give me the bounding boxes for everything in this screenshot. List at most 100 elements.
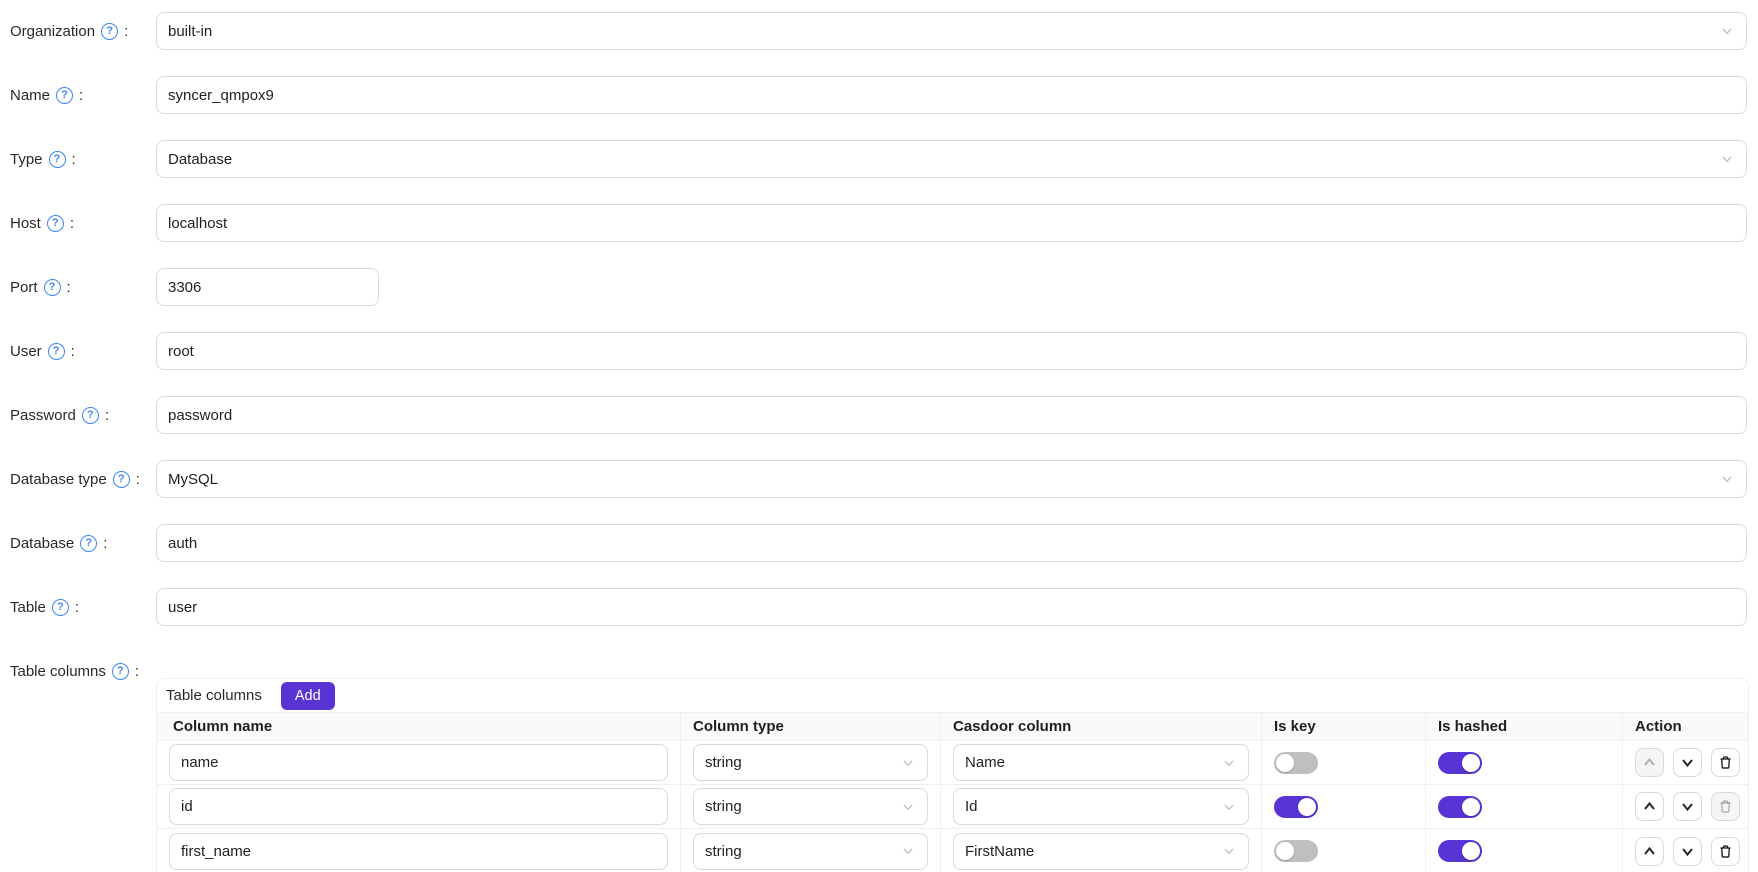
database-input[interactable] (156, 524, 1747, 562)
user-input[interactable] (156, 332, 1747, 370)
name-input[interactable] (156, 76, 1747, 114)
form-row-organization: Organization ? : built-in (10, 12, 1747, 50)
help-icon[interactable]: ? (49, 151, 66, 168)
casdoor-column-select[interactable]: Name (953, 744, 1249, 781)
move-down-button[interactable] (1673, 792, 1702, 821)
form-row-table-columns: Table columns ? : Table columns Add Colu… (10, 652, 1747, 872)
database-label-text: Database (10, 535, 74, 552)
chevron-down-icon (1680, 799, 1695, 814)
table-input[interactable] (156, 588, 1747, 626)
column-header-is-key: Is key (1262, 713, 1426, 740)
organization-select-value: built-in (168, 23, 212, 40)
help-icon[interactable]: ? (80, 535, 97, 552)
help-icon[interactable]: ? (47, 215, 64, 232)
column-type-select-value: string (705, 798, 742, 815)
column-header-casdoor-column: Casdoor column (941, 713, 1262, 740)
column-name-input[interactable] (169, 833, 668, 870)
help-icon[interactable]: ? (82, 407, 99, 424)
delete-button[interactable] (1711, 748, 1740, 777)
cell-is-key (1262, 829, 1426, 872)
organization-label: Organization ? : (10, 23, 156, 40)
column-name-input[interactable] (169, 788, 668, 825)
label-colon: : (136, 471, 140, 488)
password-label-text: Password (10, 407, 76, 424)
label-colon: : (70, 215, 74, 232)
is-key-toggle[interactable] (1274, 796, 1318, 818)
casdoor-column-select-value: Name (965, 754, 1005, 771)
is-hashed-toggle[interactable] (1438, 796, 1482, 818)
host-input[interactable] (156, 204, 1747, 242)
database-type-select-value: MySQL (168, 471, 218, 488)
table-label-text: Table (10, 599, 46, 616)
move-down-button[interactable] (1673, 837, 1702, 866)
chevron-up-icon (1642, 799, 1657, 814)
database-type-select[interactable]: MySQL (156, 460, 1747, 498)
syncer-edit-form: Organization ? : built-in Name ? : Type … (0, 0, 1758, 872)
help-icon[interactable]: ? (112, 663, 129, 680)
add-column-button[interactable]: Add (281, 682, 335, 710)
column-type-select-value: string (705, 843, 742, 860)
form-row-host: Host ? : (10, 204, 1747, 242)
table-columns-header: Column name Column type Casdoor column I… (157, 712, 1748, 741)
chevron-down-icon (1720, 152, 1734, 166)
is-hashed-toggle[interactable] (1438, 752, 1482, 774)
chevron-down-icon (901, 756, 915, 770)
label-colon: : (75, 599, 79, 616)
form-row-type: Type ? : Database (10, 140, 1747, 178)
help-icon[interactable]: ? (56, 87, 73, 104)
toggle-knob (1276, 842, 1294, 860)
form-row-user: User ? : (10, 332, 1747, 370)
is-hashed-toggle[interactable] (1438, 840, 1482, 862)
database-label: Database ? : (10, 535, 156, 552)
delete-button[interactable] (1711, 792, 1740, 821)
column-type-select-value: string (705, 754, 742, 771)
type-select[interactable]: Database (156, 140, 1747, 178)
move-up-button[interactable] (1635, 792, 1664, 821)
database-type-label: Database type ? : (10, 471, 156, 488)
column-type-select[interactable]: string (693, 744, 928, 781)
panel-title-text: Table columns (166, 687, 262, 704)
move-down-button[interactable] (1673, 748, 1702, 777)
cell-column-type: string (681, 741, 941, 784)
help-icon[interactable]: ? (101, 23, 118, 40)
name-label-text: Name (10, 87, 50, 104)
password-input[interactable] (156, 396, 1747, 434)
is-key-toggle[interactable] (1274, 840, 1318, 862)
help-icon[interactable]: ? (44, 279, 61, 296)
casdoor-column-select[interactable]: Id (953, 788, 1249, 825)
chevron-down-icon (1222, 756, 1236, 770)
user-label-text: User (10, 343, 42, 360)
table-row: string Id (157, 785, 1748, 829)
column-header-column-name: Column name (157, 713, 681, 740)
delete-button[interactable] (1711, 837, 1740, 866)
column-name-input[interactable] (169, 744, 668, 781)
name-label: Name ? : (10, 87, 156, 104)
chevron-down-icon (1680, 755, 1695, 770)
cell-is-key (1262, 741, 1426, 784)
help-icon[interactable]: ? (48, 343, 65, 360)
type-label-text: Type (10, 151, 43, 168)
label-colon: : (135, 663, 139, 680)
form-row-database: Database ? : (10, 524, 1747, 562)
organization-label-text: Organization (10, 23, 95, 40)
move-up-button[interactable] (1635, 748, 1664, 777)
chevron-down-icon (901, 844, 915, 858)
help-icon[interactable]: ? (52, 599, 69, 616)
column-header-column-type: Column type (681, 713, 941, 740)
column-type-select[interactable]: string (693, 833, 928, 870)
column-type-select[interactable]: string (693, 788, 928, 825)
chevron-down-icon (1720, 472, 1734, 486)
port-label: Port ? : (10, 279, 156, 296)
help-icon[interactable]: ? (113, 471, 130, 488)
table-columns-panel-title: Table columns Add (157, 679, 1748, 712)
cell-column-name (157, 829, 681, 872)
organization-select[interactable]: built-in (156, 12, 1747, 50)
casdoor-column-select[interactable]: FirstName (953, 833, 1249, 870)
trash-icon (1718, 844, 1733, 859)
type-select-value: Database (168, 151, 232, 168)
is-key-toggle[interactable] (1274, 752, 1318, 774)
move-up-button[interactable] (1635, 837, 1664, 866)
cell-column-type: string (681, 785, 941, 828)
port-input[interactable] (156, 268, 379, 306)
label-colon: : (124, 23, 128, 40)
